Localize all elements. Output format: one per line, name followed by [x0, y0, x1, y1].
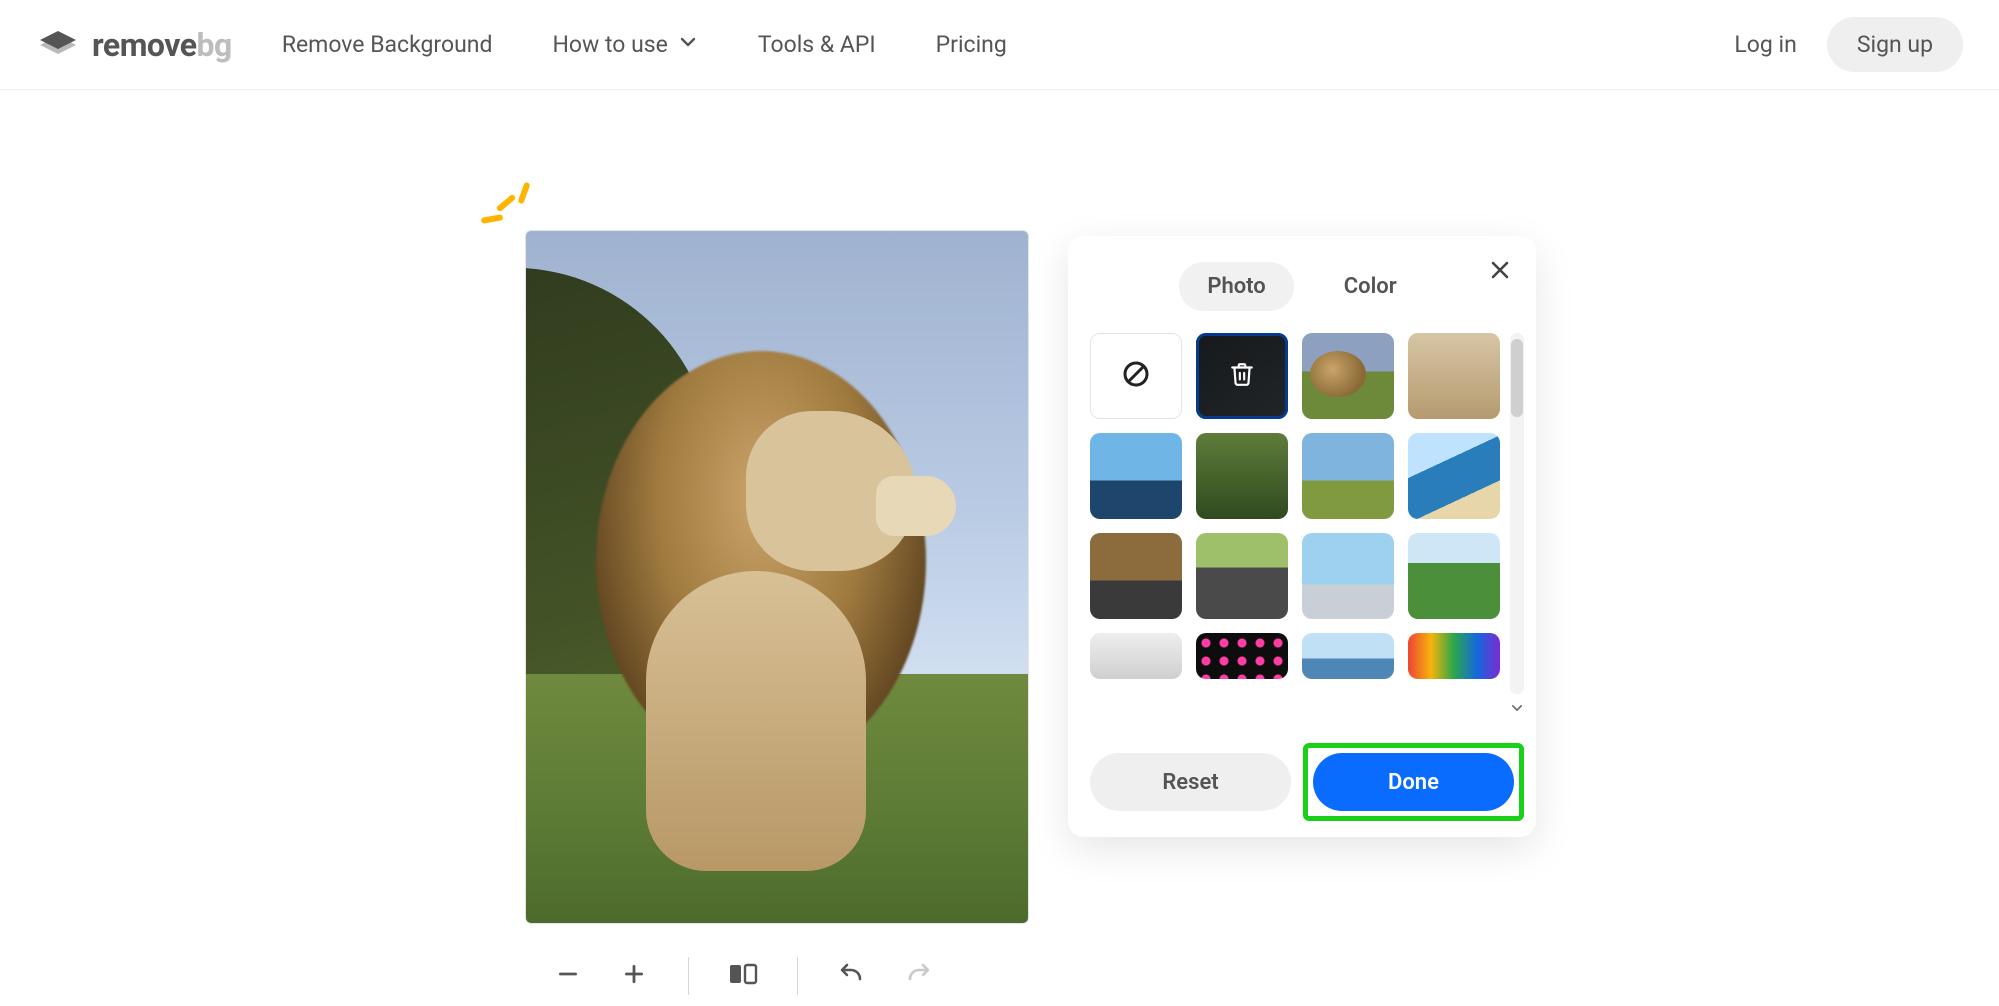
panel-tabs: Photo Color: [1090, 262, 1514, 311]
tab-color[interactable]: Color: [1316, 262, 1425, 311]
background-thumb[interactable]: [1302, 433, 1394, 519]
logo-text-b: bg: [197, 26, 232, 64]
background-thumb[interactable]: [1196, 433, 1288, 519]
thumbnail-grid: [1090, 333, 1500, 719]
nav-remove-background[interactable]: Remove Background: [282, 31, 493, 58]
done-button[interactable]: Done: [1313, 753, 1514, 811]
preview-canvas: [526, 231, 1028, 923]
background-thumb[interactable]: [1090, 433, 1182, 519]
background-thumb[interactable]: [1302, 533, 1394, 619]
background-thumb-none[interactable]: [1090, 333, 1182, 419]
minus-icon: [555, 961, 581, 991]
header: removebg Remove Background How to use To…: [0, 0, 1999, 90]
preview-toolbar: [548, 946, 1023, 1006]
background-thumb[interactable]: [1090, 533, 1182, 619]
chevron-down-icon: [678, 31, 698, 58]
undo-button[interactable]: [832, 956, 872, 996]
close-button[interactable]: [1488, 258, 1512, 286]
thumbnail-scrollbar[interactable]: [1510, 333, 1524, 719]
nav-label: Pricing: [936, 31, 1007, 58]
zoom-in-button[interactable]: [614, 956, 654, 996]
background-thumb-current[interactable]: [1196, 333, 1288, 419]
background-thumb[interactable]: [1302, 633, 1394, 679]
logo-text-a: remove: [92, 26, 197, 64]
signup-button[interactable]: Sign up: [1827, 17, 1963, 72]
tab-photo[interactable]: Photo: [1179, 262, 1293, 311]
background-thumb[interactable]: [1196, 633, 1288, 679]
background-thumb[interactable]: [1408, 433, 1500, 519]
login-link[interactable]: Log in: [1734, 31, 1796, 58]
toolbar-divider: [797, 957, 798, 995]
thumbnail-area: [1090, 333, 1514, 719]
logo-text: removebg: [92, 26, 232, 64]
scrollbar-thumb[interactable]: [1511, 339, 1523, 417]
toolbar-divider: [688, 957, 689, 995]
zoom-out-button[interactable]: [548, 956, 588, 996]
trash-icon: [1229, 361, 1255, 391]
plus-icon: [621, 961, 647, 991]
redo-icon: [904, 961, 932, 991]
nav-tools-api[interactable]: Tools & API: [758, 31, 876, 58]
accent-sparkle-icon: [481, 186, 531, 236]
image-preview[interactable]: [525, 230, 1029, 924]
logo-mark-icon: [36, 31, 80, 59]
background-thumb[interactable]: [1302, 333, 1394, 419]
reset-button[interactable]: Reset: [1090, 753, 1291, 811]
panel-actions: Reset Done: [1090, 753, 1514, 811]
auth: Log in Sign up: [1734, 17, 1963, 72]
redo-button: [898, 956, 938, 996]
nav-pricing[interactable]: Pricing: [936, 31, 1007, 58]
background-thumb[interactable]: [1090, 633, 1182, 679]
background-panel: Photo Color: [1068, 236, 1536, 837]
nav: Remove Background How to use Tools & API…: [282, 31, 1007, 58]
logo[interactable]: removebg: [36, 26, 232, 64]
background-thumb[interactable]: [1408, 633, 1500, 679]
nav-label: Remove Background: [282, 31, 493, 58]
nav-label: How to use: [552, 31, 667, 58]
background-thumb[interactable]: [1196, 533, 1288, 619]
chevron-down-icon[interactable]: [1510, 700, 1524, 719]
stage: Photo Color: [0, 90, 1999, 960]
compare-button[interactable]: [723, 956, 763, 996]
scrollbar-track[interactable]: [1510, 333, 1524, 694]
background-thumb[interactable]: [1408, 533, 1500, 619]
compare-icon: [728, 961, 758, 991]
nav-label: Tools & API: [758, 31, 876, 58]
nav-how-to-use[interactable]: How to use: [552, 31, 697, 58]
no-background-icon: [1121, 359, 1151, 393]
background-thumb[interactable]: [1408, 333, 1500, 419]
undo-icon: [838, 961, 866, 991]
